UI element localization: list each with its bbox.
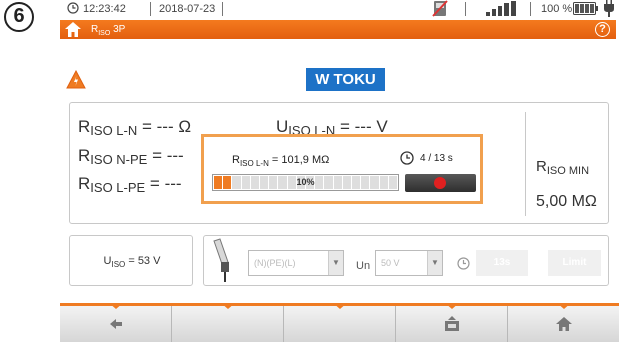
step-number: 6 <box>4 2 34 32</box>
riso-npe-result: RISO N-PE = --- <box>78 146 184 167</box>
tab-notch <box>557 303 571 309</box>
tab-notch <box>333 303 347 309</box>
timer-icon <box>400 151 414 165</box>
home-icon[interactable] <box>65 22 81 37</box>
stop-icon <box>434 177 446 189</box>
home-button[interactable] <box>508 306 619 342</box>
status-divider <box>222 2 223 16</box>
tab-notch <box>445 303 459 309</box>
home-icon <box>556 317 572 331</box>
status-divider <box>465 2 466 16</box>
panel-divider <box>525 112 526 216</box>
status-time: 12:23:42 <box>83 3 126 15</box>
chevron-down-icon: ▼ <box>427 251 442 275</box>
bottom-nav <box>60 303 619 342</box>
title-bar: RISO 3P ? <box>60 20 616 39</box>
warning-icon <box>66 70 86 89</box>
progress-bar: 10% <box>212 174 399 191</box>
elapsed-time: 4 / 13 s <box>420 153 453 164</box>
status-badge: W TOKU <box>306 68 385 91</box>
chevron-down-icon: ▼ <box>328 251 343 275</box>
riso-ln-result: RISO L-N = --- Ω <box>78 117 192 138</box>
limit-button[interactable]: Limit <box>548 250 601 276</box>
status-bar: 12:23:42 2018-07-23 100 % <box>60 0 619 18</box>
clock-icon <box>457 257 470 270</box>
power-plug-icon <box>604 0 614 17</box>
tab-notch <box>109 303 123 309</box>
probe-icon <box>213 238 229 282</box>
status-divider <box>530 2 531 16</box>
tab-notch <box>221 303 235 309</box>
progress-percent: 10% <box>296 177 315 187</box>
riso-lpe-result: RISO L-PE = --- <box>78 174 182 195</box>
nav-button-empty[interactable] <box>284 306 396 342</box>
save-memory-icon <box>445 316 459 331</box>
un-label: Un <box>356 260 371 272</box>
nav-button-empty[interactable] <box>172 306 284 342</box>
battery-icon <box>573 2 598 15</box>
progress-popup: RISO L-N = 101,9 MΩ 4 / 13 s 10% <box>201 134 483 204</box>
help-button[interactable]: ? <box>595 22 610 37</box>
signal-strength-icon <box>486 1 516 16</box>
battery-percent: 100 % <box>541 3 573 15</box>
arrow-left-icon <box>110 319 122 329</box>
page-title: RISO 3P <box>91 24 126 37</box>
time-button[interactable]: 13s <box>476 250 528 276</box>
usb-disconnected-icon <box>432 0 448 17</box>
status-divider <box>150 2 151 16</box>
riso-min-label: RISO MIN <box>536 158 590 177</box>
stop-measurement-button[interactable] <box>405 174 476 192</box>
back-button[interactable] <box>60 306 172 342</box>
riso-min-value: 5,00 MΩ <box>536 193 597 210</box>
uiso-panel: UISO = 53 V <box>69 235 193 286</box>
clock-icon <box>67 2 79 14</box>
uiso-value: UISO = 53 V <box>103 255 161 270</box>
save-button[interactable] <box>396 306 508 342</box>
current-riso-reading: RISO L-N = 101,9 MΩ <box>232 154 330 169</box>
status-date: 2018-07-23 <box>159 3 216 15</box>
